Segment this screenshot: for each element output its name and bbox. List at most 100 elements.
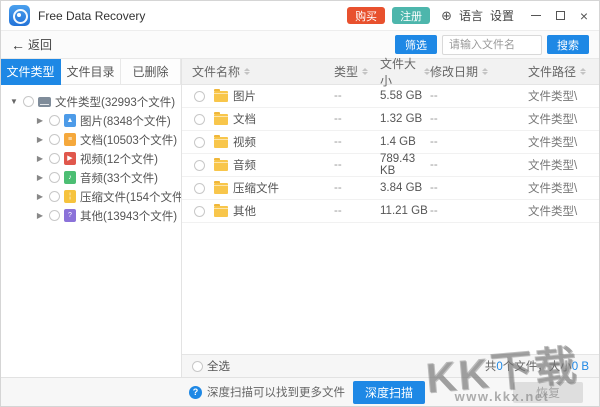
row-checkbox[interactable]: [194, 114, 205, 125]
tree-checkbox[interactable]: [49, 210, 60, 221]
tree-root-checkbox[interactable]: [23, 96, 34, 107]
register-button[interactable]: 注册: [392, 7, 430, 24]
sidebar: 文件类型 文件目录 已删除 ▼ 文件类型(32993个文件) ▶ ▲ 图片(83…: [1, 59, 181, 377]
row-name: 文档: [233, 111, 256, 127]
bottom-bar: ? 深度扫描可以找到更多文件 深度扫描 恢复: [1, 377, 599, 406]
main-area: 文件类型 文件目录 已删除 ▼ 文件类型(32993个文件) ▶ ▲ 图片(83…: [1, 59, 599, 377]
maximize-button[interactable]: [553, 9, 567, 23]
search-input[interactable]: [442, 35, 542, 55]
table-row[interactable]: 图片 -- 5.58 GB -- 文件类型\: [182, 85, 599, 108]
row-date: --: [430, 205, 500, 217]
collapse-arrow-icon[interactable]: ▶: [35, 154, 45, 163]
maximize-icon: [556, 11, 565, 20]
audio-type-icon: ♪: [64, 171, 76, 184]
sort-icon[interactable]: [362, 68, 368, 75]
row-size: 3.84 GB: [380, 182, 430, 194]
row-name: 音频: [233, 157, 256, 173]
tab-file-directory[interactable]: 文件目录: [61, 59, 121, 85]
recover-button[interactable]: 恢复: [513, 382, 583, 403]
folder-icon: [214, 137, 228, 148]
sort-icon[interactable]: [580, 68, 586, 75]
expand-arrow-icon[interactable]: ▼: [9, 97, 19, 106]
tree-node-archives[interactable]: ▶ ¦ 压缩文件(154个文件): [1, 187, 181, 206]
collapse-arrow-icon[interactable]: ▶: [35, 173, 45, 182]
row-size: 5.58 GB: [380, 90, 430, 102]
column-header-path[interactable]: 文件路径: [500, 63, 599, 80]
app-logo-icon: [9, 5, 30, 26]
tree-checkbox[interactable]: [49, 134, 60, 145]
select-all-checkbox[interactable]: [192, 361, 203, 372]
other-type-icon: ?: [64, 209, 76, 222]
row-checkbox[interactable]: [194, 160, 205, 171]
minimize-button[interactable]: [529, 9, 543, 23]
row-date: --: [430, 90, 500, 102]
row-date: --: [430, 136, 500, 148]
row-size: 789.43 KB: [380, 153, 430, 177]
search-button[interactable]: 搜索: [547, 35, 589, 54]
globe-icon: ⊕: [441, 9, 452, 22]
back-button[interactable]: ← 返回: [11, 36, 52, 53]
tree-node-root[interactable]: ▼ 文件类型(32993个文件): [1, 92, 181, 111]
row-checkbox[interactable]: [194, 206, 205, 217]
app-title: Free Data Recovery: [38, 9, 145, 23]
row-date: --: [430, 113, 500, 125]
collapse-arrow-icon[interactable]: ▶: [35, 211, 45, 220]
row-type: --: [334, 159, 380, 171]
settings-button[interactable]: 设置: [490, 7, 514, 24]
buy-button[interactable]: 购买: [347, 7, 385, 24]
tree-checkbox[interactable]: [49, 153, 60, 164]
drive-icon: [38, 97, 51, 107]
row-type: --: [334, 182, 380, 194]
tree-node-other[interactable]: ▶ ? 其他(13943个文件): [1, 206, 181, 225]
table-row[interactable]: 视频 -- 1.4 GB -- 文件类型\: [182, 131, 599, 154]
tree-checkbox[interactable]: [49, 115, 60, 126]
table-row[interactable]: 其他 -- 11.21 GB -- 文件类型\: [182, 200, 599, 223]
tree-checkbox[interactable]: [49, 172, 60, 183]
tree-node-documents[interactable]: ▶ ≡ 文档(10503个文件): [1, 130, 181, 149]
row-size: 1.4 GB: [380, 136, 430, 148]
tree-item-label: 其他(13943个文件): [80, 208, 177, 224]
folder-icon: [214, 206, 228, 217]
table-row[interactable]: 压缩文件 -- 3.84 GB -- 文件类型\: [182, 177, 599, 200]
row-checkbox[interactable]: [194, 137, 205, 148]
column-header-type[interactable]: 类型: [334, 63, 380, 80]
tree-node-videos[interactable]: ▶ ▶ 视频(12个文件): [1, 149, 181, 168]
back-label: 返回: [28, 36, 52, 53]
selection-summary: 共0个文件，大小0 B: [485, 358, 589, 374]
row-name: 其他: [233, 203, 256, 219]
collapse-arrow-icon[interactable]: ▶: [35, 116, 45, 125]
tab-deleted[interactable]: 已删除: [121, 59, 181, 85]
titlebar-actions: 购买 注册 ⊕ 语言 设置 ×: [347, 7, 591, 24]
folder-icon: [214, 183, 228, 194]
table-row[interactable]: 文档 -- 1.32 GB -- 文件类型\: [182, 108, 599, 131]
language-button[interactable]: 语言: [459, 7, 483, 24]
file-list-panel: 文件名称 类型 文件大小 修改日期 文件路径: [181, 59, 599, 377]
question-icon: ?: [189, 386, 202, 399]
row-checkbox[interactable]: [194, 183, 205, 194]
folder-icon: [214, 114, 228, 125]
column-header-name[interactable]: 文件名称: [182, 63, 334, 80]
tree-node-images[interactable]: ▶ ▲ 图片(8348个文件): [1, 111, 181, 130]
collapse-arrow-icon[interactable]: ▶: [35, 192, 45, 201]
filter-button[interactable]: 筛选: [395, 35, 437, 54]
column-header-date[interactable]: 修改日期: [430, 63, 500, 80]
select-all-label: 全选: [207, 358, 230, 374]
row-name: 压缩文件: [233, 180, 279, 196]
table-row[interactable]: 音频 -- 789.43 KB -- 文件类型\: [182, 154, 599, 177]
tab-file-type[interactable]: 文件类型: [1, 59, 61, 85]
window-controls: ×: [529, 9, 591, 23]
tree-checkbox[interactable]: [49, 191, 60, 202]
file-type-tree: ▼ 文件类型(32993个文件) ▶ ▲ 图片(8348个文件) ▶ ≡ 文档(…: [1, 85, 181, 225]
tree-root-label: 文件类型(32993个文件): [55, 94, 175, 110]
close-button[interactable]: ×: [577, 9, 591, 23]
archive-type-icon: ¦: [64, 190, 76, 203]
row-checkbox[interactable]: [194, 91, 205, 102]
deep-scan-button[interactable]: 深度扫描: [353, 381, 425, 404]
image-type-icon: ▲: [64, 114, 76, 127]
collapse-arrow-icon[interactable]: ▶: [35, 135, 45, 144]
sort-icon[interactable]: [244, 68, 250, 75]
sort-icon[interactable]: [482, 68, 488, 75]
minimize-icon: [531, 15, 541, 16]
column-header-size[interactable]: 文件大小: [380, 55, 430, 89]
tree-node-audio[interactable]: ▶ ♪ 音频(33个文件): [1, 168, 181, 187]
